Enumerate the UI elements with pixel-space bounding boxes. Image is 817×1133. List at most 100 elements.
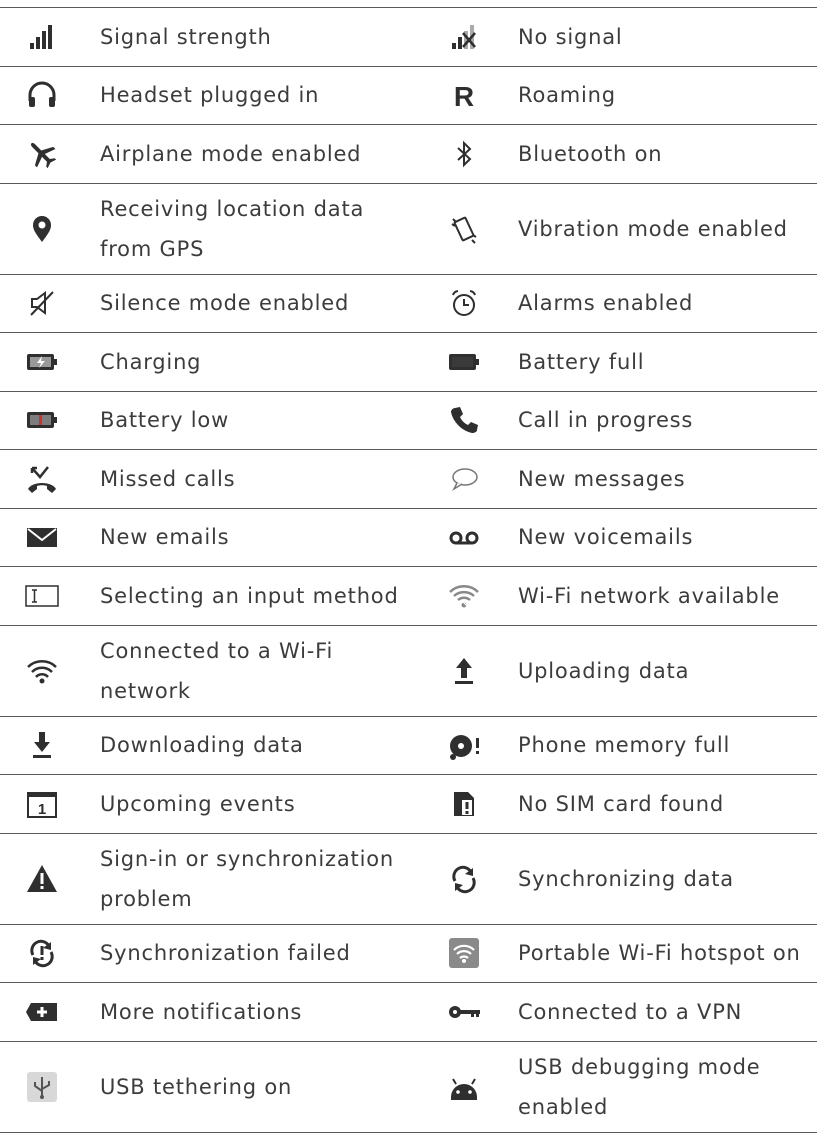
label-cell: Connected to a VPN (504, 992, 817, 1032)
label-cell: More notifications (50, 992, 424, 1032)
label-cell: Selecting an input method (50, 576, 424, 616)
label-text: Battery low (100, 408, 230, 433)
svg-text:R: R (454, 81, 474, 112)
label-cell: USB debugging mode enabled (504, 1047, 817, 1127)
label-cell: Alarms enabled (504, 283, 817, 323)
label-text: No SIM card found (518, 791, 725, 816)
label-text: Receiving location data (100, 196, 365, 221)
label-cell: Synchronizing data (504, 859, 817, 899)
battery-full-icon (449, 353, 479, 370)
label-cell: New emails (50, 517, 424, 557)
label-cell: No signal (504, 17, 817, 57)
table-row: Charging Battery full (0, 333, 817, 392)
icon-cell (424, 17, 504, 57)
label-text: Sign-in or synchronization (100, 846, 394, 871)
label-cell: Roaming (504, 75, 817, 115)
table-row: Receiving location data from GPS Vibration… (0, 184, 817, 275)
label-text: Synchronization failed (100, 941, 351, 966)
wifi-available-icon (449, 584, 479, 608)
table-row: 1 Upcoming events No SIM card found (0, 775, 817, 834)
roaming-icon: R (454, 81, 474, 112)
label-text-line2: from GPS (100, 236, 205, 261)
icon-cell (424, 992, 504, 1032)
label-text: Connected to a VPN (518, 999, 743, 1024)
table-row: USB tethering on USB debugging mode enable… (0, 1042, 817, 1133)
table-row: New emails New voicemails (0, 509, 817, 567)
table-row: Downloading data Phone memory full (0, 717, 817, 775)
message-icon (452, 468, 478, 491)
icon-cell (424, 576, 504, 616)
hotspot-icon (449, 938, 479, 969)
alarm-icon (452, 290, 476, 317)
label-text: USB tethering on (100, 1074, 293, 1099)
label-text: Synchronizing data (518, 866, 734, 891)
label-cell: Battery full (504, 342, 817, 382)
android-debug-icon (451, 1077, 477, 1100)
label-text: Uploading data (518, 658, 690, 683)
icon-cell (424, 784, 504, 824)
label-cell: Upcoming events (50, 784, 424, 824)
icon-cell (424, 1067, 504, 1107)
label-text: Alarms enabled (518, 291, 694, 316)
label-text: Selecting an input method (100, 583, 399, 608)
icon-cell (424, 859, 504, 899)
sync-icon (452, 865, 476, 893)
label-cell: Signal strength (50, 17, 424, 57)
label-cell: Headset plugged in (50, 75, 424, 115)
label-text: Wi-Fi network available (518, 583, 780, 608)
label-cell: Downloading data (50, 725, 424, 765)
icon-cell (424, 283, 504, 323)
no-sim-icon (454, 791, 474, 816)
label-cell: Call in progress (504, 400, 817, 440)
table-row: Silence mode enabled Alarms enabled (0, 275, 817, 333)
label-cell: Battery low (50, 400, 424, 440)
calendar-day-number: 1 (38, 801, 46, 818)
label-cell: Uploading data (504, 651, 817, 691)
label-cell: No SIM card found (504, 784, 817, 824)
icon-cell: R (424, 75, 504, 115)
table-row: Airplane mode enabled Bluetooth on (0, 125, 817, 184)
label-text: Airplane mode enabled (100, 141, 362, 166)
label-cell: Silence mode enabled (50, 283, 424, 323)
vibration-icon (451, 216, 477, 244)
label-text: Headset plugged in (100, 83, 320, 108)
table-row: Battery low Call in progress (0, 392, 817, 450)
label-text: More notifications (100, 999, 303, 1024)
table-row: Selecting an input method Wi-Fi network a… (0, 567, 817, 626)
table-row: Headset plugged in R Roaming (0, 67, 817, 125)
label-text: Phone memory full (518, 733, 731, 758)
label-text: Upcoming events (100, 791, 296, 816)
icon-cell (424, 651, 504, 691)
vpn-key-icon (449, 1005, 480, 1018)
icon-cell (424, 933, 504, 973)
label-cell: Connected to a Wi-Fi network (50, 631, 424, 711)
label-text: USB debugging mode (518, 1054, 761, 1079)
upload-icon (455, 657, 473, 684)
table-row: Sign-in or synchronization problem Synchro… (0, 834, 817, 925)
label-cell: Bluetooth on (504, 134, 817, 174)
label-cell: Portable Wi-Fi hotspot on (504, 933, 817, 973)
label-text-line2: enabled (518, 1094, 609, 1119)
icon-cell (424, 134, 504, 174)
label-cell: USB tethering on (50, 1067, 424, 1107)
icon-cell (424, 342, 504, 382)
voicemail-icon (449, 531, 479, 545)
table-row: Missed calls New messages (0, 450, 817, 509)
icon-cell (424, 517, 504, 557)
icon-cell (424, 459, 504, 499)
icon-cell (424, 725, 504, 765)
label-cell: Charging (50, 342, 424, 382)
table-row: Connected to a Wi-Fi network Uploading dat… (0, 626, 817, 717)
label-text: Connected to a Wi-Fi (100, 638, 334, 663)
label-text: New messages (518, 466, 686, 491)
memory-full-icon (450, 735, 479, 761)
table-row: More notifications Connected to a VPN (0, 983, 817, 1042)
table-row: Signal strength No signal (0, 8, 817, 67)
label-cell: Sign-in or synchronization problem (50, 839, 424, 919)
label-text: Call in progress (518, 408, 694, 433)
label-text: Roaming (518, 83, 616, 108)
bluetooth-icon (457, 140, 472, 168)
label-cell: Airplane mode enabled (50, 134, 424, 174)
label-cell: Synchronization failed (50, 933, 424, 973)
label-cell: Vibration mode enabled (504, 209, 817, 249)
